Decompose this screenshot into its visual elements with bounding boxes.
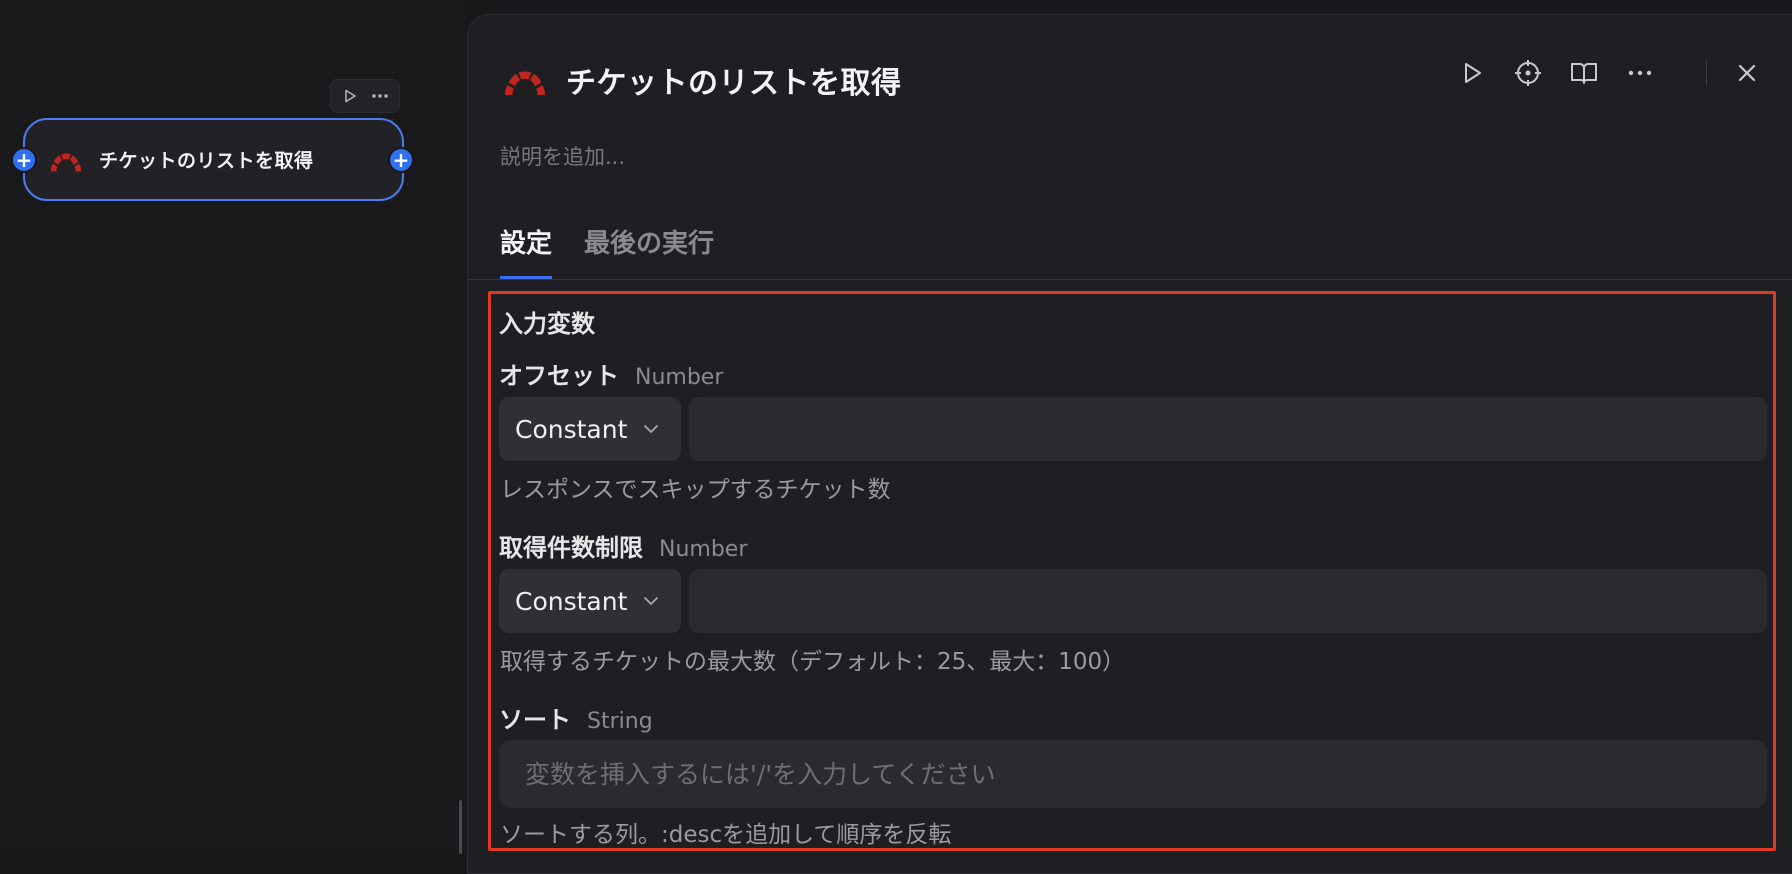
field-name: オフセット xyxy=(499,362,619,390)
chevron-down-icon xyxy=(644,425,659,433)
field-type: String xyxy=(587,709,653,734)
panel-header-actions xyxy=(1456,57,1787,89)
play-icon xyxy=(1465,63,1481,83)
workflow-node[interactable]: チケットのリストを取得 xyxy=(23,118,404,201)
locate-node-button[interactable] xyxy=(1512,57,1544,89)
panel-tabs: 設定 最後の実行 xyxy=(500,223,746,280)
crosshair-icon xyxy=(1515,60,1541,86)
book-icon xyxy=(1571,63,1597,84)
offset-help: レスポンスでスキップするチケット数 xyxy=(500,477,891,503)
sort-input[interactable] xyxy=(499,740,1767,808)
sort-label: ソート String xyxy=(499,700,653,735)
section-title: 入力変数 xyxy=(499,310,595,338)
node-more-button[interactable] xyxy=(369,85,391,107)
tab-settings[interactable]: 設定 xyxy=(500,223,553,280)
limit-row: Constant xyxy=(499,569,1767,633)
limit-value-input[interactable] xyxy=(689,569,1767,633)
node-output-port[interactable]: + xyxy=(388,147,414,173)
field-name: ソート xyxy=(499,706,571,734)
offset-row: Constant xyxy=(499,397,1767,461)
panel-title[interactable]: チケットのリストを取得 xyxy=(566,58,902,102)
node-input-port[interactable]: + xyxy=(11,147,37,173)
run-node-button[interactable] xyxy=(339,85,361,107)
panel-header: チケットのリストを取得 xyxy=(500,55,902,105)
description-field[interactable]: 説明を追加... xyxy=(500,141,625,171)
more-icon xyxy=(1628,70,1652,76)
limit-label: 取得件数制限 Number xyxy=(499,528,747,563)
limit-help: 取得するチケットの最大数（デフォルト：25、最大：100） xyxy=(500,649,1126,675)
docs-button[interactable] xyxy=(1568,57,1600,89)
limit-mode-select[interactable]: Constant xyxy=(499,569,681,633)
canvas-scrollbar[interactable] xyxy=(459,800,462,854)
tab-divider xyxy=(468,279,1792,280)
redmine-logo-icon xyxy=(50,153,82,171)
offset-label: オフセット Number xyxy=(499,356,723,391)
play-icon xyxy=(345,89,356,103)
field-type: Number xyxy=(635,365,724,390)
plus-icon: + xyxy=(392,148,410,172)
field-type: Number xyxy=(659,537,748,562)
close-icon xyxy=(1738,64,1756,82)
header-divider xyxy=(1706,60,1707,86)
node-toolbar xyxy=(330,79,400,113)
run-step-button[interactable] xyxy=(1456,57,1488,89)
field-name: 取得件数制限 xyxy=(499,534,643,562)
panel-more-button[interactable] xyxy=(1624,57,1656,89)
offset-mode-select[interactable]: Constant xyxy=(499,397,681,461)
chevron-down-icon xyxy=(644,597,659,605)
sort-help: ソートする列。:descを追加して順序を反転 xyxy=(500,822,952,848)
select-value: Constant xyxy=(515,414,628,444)
plus-icon: + xyxy=(15,148,33,172)
select-value: Constant xyxy=(515,586,628,616)
close-panel-button[interactable] xyxy=(1731,57,1763,89)
offset-value-input[interactable] xyxy=(689,397,1767,461)
redmine-logo-icon xyxy=(504,71,546,95)
tab-last-run[interactable]: 最後の実行 xyxy=(584,223,714,280)
more-icon xyxy=(372,94,388,98)
node-title: チケットのリストを取得 xyxy=(99,150,314,172)
